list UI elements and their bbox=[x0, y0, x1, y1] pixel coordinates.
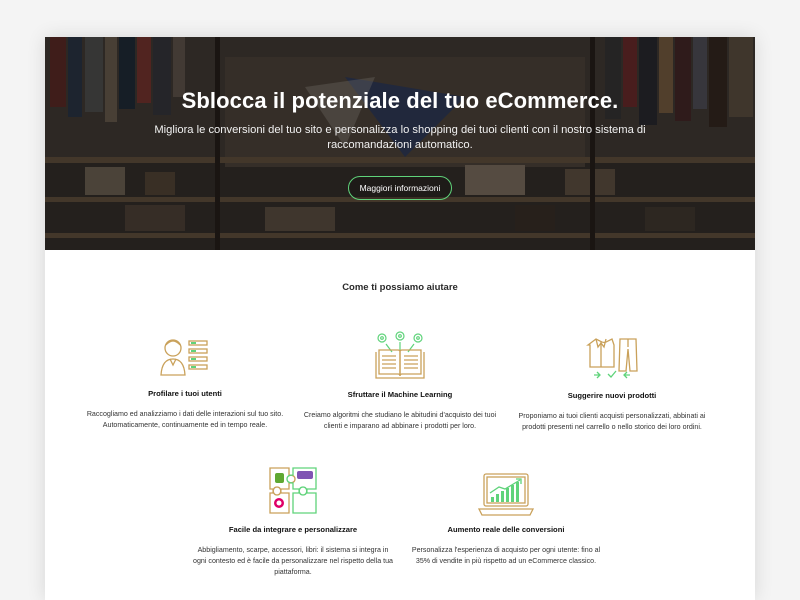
hero-banner: Sblocca il potenziale del tuo eCommerce.… bbox=[45, 37, 755, 250]
laptop-growth-chart-icon bbox=[477, 473, 535, 516]
feature-description: Personalizza l'esperienza di acquisto pe… bbox=[411, 546, 601, 565]
feature-machine-learning: Sfruttare il Machine Learning Creiamo al… bbox=[300, 330, 500, 432]
feature-title: Suggerire nuovi prodotti bbox=[567, 391, 657, 400]
feature-description: Abbigliamento, scarpe, accessori, libri:… bbox=[193, 546, 393, 576]
feature-description: Raccogliamo ed analizziamo i dati delle … bbox=[86, 410, 284, 429]
clothing-suggestion-icon bbox=[586, 338, 638, 379]
feature-title: Aumento reale delle conversioni bbox=[447, 525, 565, 534]
machine-learning-book-icon bbox=[375, 331, 425, 379]
feature-title: Sfruttare il Machine Learning bbox=[347, 390, 453, 399]
section-title: Come ti possiamo aiutare bbox=[342, 282, 458, 293]
feature-conversion-increase: Aumento reale delle conversioni Personal… bbox=[406, 471, 606, 567]
more-info-button[interactable]: Maggiori informazioni bbox=[348, 176, 452, 200]
user-profile-icon bbox=[160, 339, 208, 376]
hero-title: Sblocca il potenziale del tuo eCommerce. bbox=[181, 88, 619, 113]
feature-suggest-products: Suggerire nuovi prodotti Proponiamo ai t… bbox=[512, 335, 712, 433]
feature-title: Facile da integrare e personalizzare bbox=[228, 525, 358, 534]
puzzle-integration-icon bbox=[269, 467, 317, 514]
feature-profile-users: Profilare i tuoi utenti Raccogliamo ed a… bbox=[85, 335, 285, 431]
landing-page: Sblocca il potenziale del tuo eCommerce.… bbox=[45, 37, 755, 600]
hero-subtitle: Migliora le conversioni del tuo sito e p… bbox=[154, 124, 646, 151]
feature-description: Creiamo algoritmi che studiano le abitud… bbox=[303, 411, 497, 430]
feature-title: Profilare i tuoi utenti bbox=[148, 389, 222, 398]
feature-description: Proponiamo ai tuoi clienti acquisti pers… bbox=[518, 412, 706, 431]
feature-easy-integration: Facile da integrare e personalizzare Abb… bbox=[193, 465, 393, 578]
